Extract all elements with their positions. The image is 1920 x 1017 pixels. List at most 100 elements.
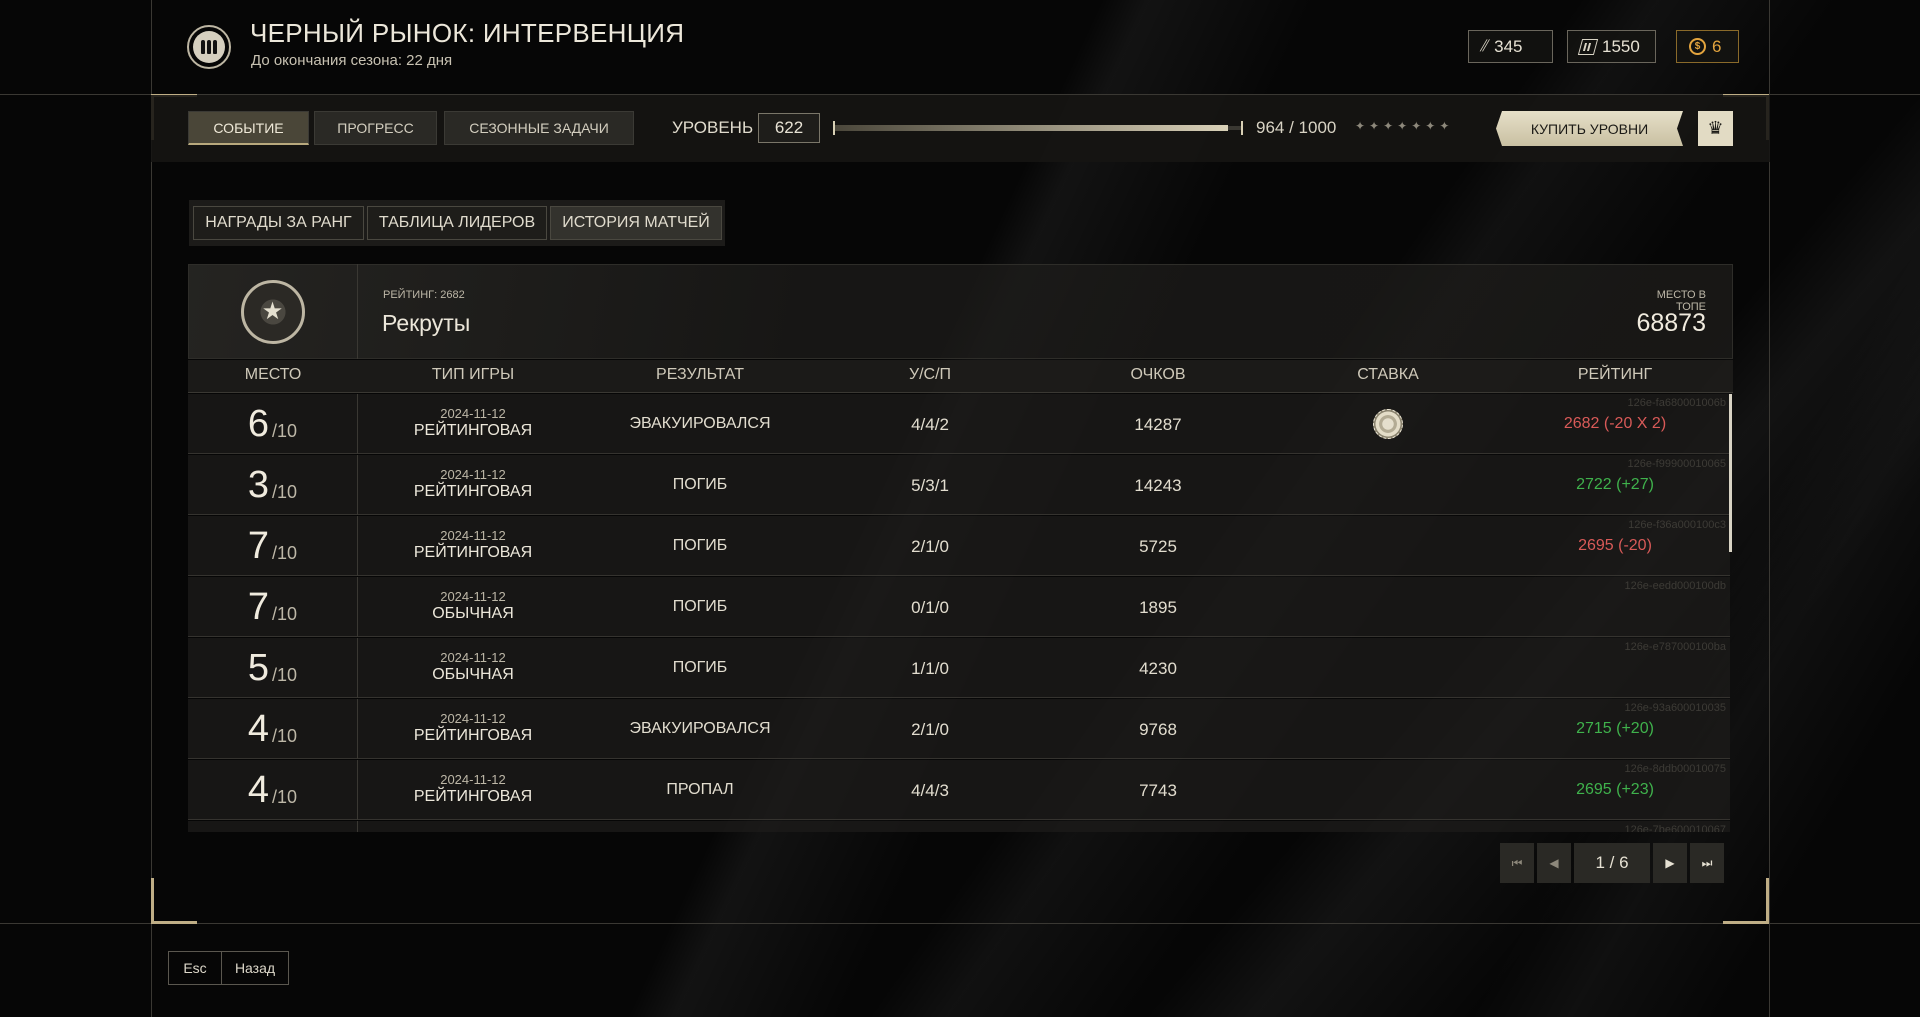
place-total: /10	[272, 542, 298, 563]
progress-cap	[833, 121, 835, 135]
table-row[interactable]: 6/10 2024-11-12 РЕЙТИНГОВАЯ ЭВАКУИРОВАЛСЯ 4/…	[188, 394, 1730, 454]
place-value: 7	[247, 524, 270, 567]
currency-ammo: ⫽ 345	[1468, 30, 1553, 63]
rank-emblem-cell: ★	[188, 264, 358, 359]
match-id: 126e-7be600010067	[1624, 824, 1726, 832]
column-header-bet: СТАВКА	[1357, 366, 1419, 383]
game-type: ОБЫЧНАЯ	[432, 605, 514, 622]
level-progress-bar	[833, 121, 1243, 135]
match-history-table[interactable]: 6/10 2024-11-12 РЕЙТИНГОВАЯ ЭВАКУИРОВАЛСЯ 4/…	[188, 394, 1730, 832]
score-cell: 14287	[1134, 415, 1182, 434]
match-id: 126e-fa680001006b	[1627, 397, 1726, 409]
result-cell: ПОГИБ	[672, 476, 728, 493]
level-label: УРОВЕНЬ	[672, 118, 754, 137]
frame-corner	[151, 878, 197, 924]
table-scrollbar[interactable]	[1729, 394, 1732, 552]
match-date: 2024-11-12	[440, 528, 506, 543]
game-type: ОБЫЧНАЯ	[432, 666, 514, 683]
column-header-result: РЕЗУЛЬТАТ	[656, 366, 744, 383]
place-value: 6	[247, 402, 270, 445]
rank-emblem-icon: ★	[240, 279, 305, 344]
score-cell: 7743	[1139, 781, 1177, 800]
ksd-cell: 4/4/3	[911, 781, 949, 800]
column-header-rating: РЕЙТИНГ	[1577, 366, 1653, 383]
place-total: /10	[272, 664, 298, 685]
match-id: 126e-8ddb00010075	[1624, 763, 1726, 775]
game-type-cell: 2024-11-12 РЕЙТИНГОВАЯ	[358, 394, 588, 440]
table-row[interactable]: 126e-7be600010067	[188, 821, 1730, 832]
level-progress-fill	[833, 125, 1229, 131]
column-header-game-type: ТИП ИГРЫ	[431, 366, 515, 383]
column-header-score: ОЧКОВ	[1130, 366, 1186, 383]
last-page-button[interactable]: ⏭	[1690, 843, 1724, 883]
progress-cap	[1241, 121, 1243, 135]
match-date: 2024-11-12	[440, 772, 506, 787]
match-id: 126e-f36a000100c3	[1628, 519, 1726, 531]
result-cell: ЭВАКУИРОВАЛСЯ	[629, 415, 771, 432]
table-row[interactable]: 7/10 2024-11-12 РЕЙТИНГОВАЯ ПОГИБ 2/1/0 5725 2…	[188, 516, 1730, 576]
currency-tickets: 1550	[1567, 30, 1656, 63]
bet-chip-icon	[1373, 409, 1403, 439]
place-cell: 3/10	[188, 455, 358, 515]
place-value: 4	[247, 768, 270, 811]
game-type: РЕЙТИНГОВАЯ	[413, 544, 533, 561]
crown-icon[interactable]: ♛	[1698, 111, 1733, 146]
place-cell: 4/10	[188, 699, 358, 759]
result-cell: ЭВАКУИРОВАЛСЯ	[629, 720, 771, 737]
game-type: РЕЙТИНГОВАЯ	[413, 422, 533, 439]
tab-season-tasks[interactable]: СЕЗОННЫЕ ЗАДАЧИ	[444, 111, 634, 145]
ammo-icon: ⫽	[1478, 37, 1491, 55]
tab-event[interactable]: СОБЫТИЕ	[188, 111, 309, 145]
back-button[interactable]: Esc Назад	[168, 951, 289, 985]
score-cell: 4230	[1139, 659, 1177, 678]
column-header-ksd: У/С/П	[908, 366, 952, 383]
table-row[interactable]: 7/10 2024-11-12 ОБЫЧНАЯ ПОГИБ 0/1/0 1895 126e-…	[188, 577, 1730, 637]
next-page-button[interactable]: ▶	[1653, 843, 1687, 883]
score-cell: 14243	[1134, 476, 1182, 495]
rating-cell: 2715 (+20)	[1576, 720, 1654, 737]
result-cell: ПОГИБ	[672, 537, 728, 554]
place-cell: 4/10	[188, 760, 358, 820]
place-value: 4	[247, 707, 270, 750]
table-row[interactable]: 4/10 2024-11-12 РЕЙТИНГОВАЯ ПРОПАЛ 4/4/3 7743…	[188, 760, 1730, 820]
level-progress-text: 964 / 1000	[1256, 118, 1337, 137]
match-date: 2024-11-12	[440, 589, 506, 604]
table-row[interactable]: 5/10 2024-11-12 ОБЫЧНАЯ ПОГИБ 1/1/0 4230 126e-…	[188, 638, 1730, 698]
place-cell: 7/10	[188, 516, 358, 576]
match-date: 2024-11-12	[440, 711, 506, 726]
esc-key: Esc	[169, 952, 222, 984]
place-total: /10	[272, 481, 298, 502]
currency-value: 1550	[1602, 36, 1640, 56]
place-value: 7	[247, 585, 270, 628]
subtab-rank-rewards[interactable]: НАГРАДЫ ЗА РАНГ	[193, 206, 364, 240]
first-page-button[interactable]: ⏮	[1500, 843, 1534, 883]
match-date: 2024-11-12	[440, 467, 506, 482]
buy-levels-button[interactable]: КУПИТЬ УРОВНИ	[1496, 111, 1683, 146]
subtab-match-history[interactable]: ИСТОРИЯ МАТЧЕЙ	[550, 206, 722, 240]
result-cell: ПОГИБ	[672, 598, 728, 615]
match-date: 2024-11-12	[440, 406, 506, 421]
ksd-cell: 2/1/0	[911, 537, 949, 556]
tab-progress[interactable]: ПРОГРЕСС	[314, 111, 437, 145]
table-row[interactable]: 3/10 2024-11-12 РЕЙТИНГОВАЯ ПОГИБ 5/3/1 14243…	[188, 455, 1730, 515]
rating-cell: 2682 (-20 X 2)	[1563, 415, 1667, 432]
match-id: 126e-93a600010035	[1624, 702, 1726, 714]
ticket-icon	[1577, 38, 1599, 55]
game-type-cell: 2024-11-12 РЕЙТИНГОВАЯ	[358, 455, 588, 501]
prev-page-button[interactable]: ◀	[1537, 843, 1571, 883]
game-type-cell	[358, 821, 588, 832]
score-cell: 9768	[1139, 720, 1177, 739]
ksd-cell: 4/4/2	[911, 415, 949, 434]
match-id: 126e-e787000100ba	[1624, 641, 1726, 653]
subtab-leaderboard[interactable]: ТАБЛИЦА ЛИДЕРОВ	[367, 206, 547, 240]
game-type: РЕЙТИНГОВАЯ	[413, 788, 533, 805]
coin-icon: $	[1689, 38, 1706, 55]
place-cell: 6/10	[188, 394, 358, 454]
table-row[interactable]: 4/10 2024-11-12 РЕЙТИНГОВАЯ ЭВАКУИРОВАЛСЯ 2/…	[188, 699, 1730, 759]
place-value: 3	[247, 463, 270, 506]
ksd-cell: 2/1/0	[911, 720, 949, 739]
ksd-cell: 5/3/1	[911, 476, 949, 495]
frame-line-bottom	[0, 923, 1920, 924]
game-type-cell: 2024-11-12 РЕЙТИНГОВАЯ	[358, 699, 588, 745]
currency-value: 345	[1494, 36, 1523, 56]
